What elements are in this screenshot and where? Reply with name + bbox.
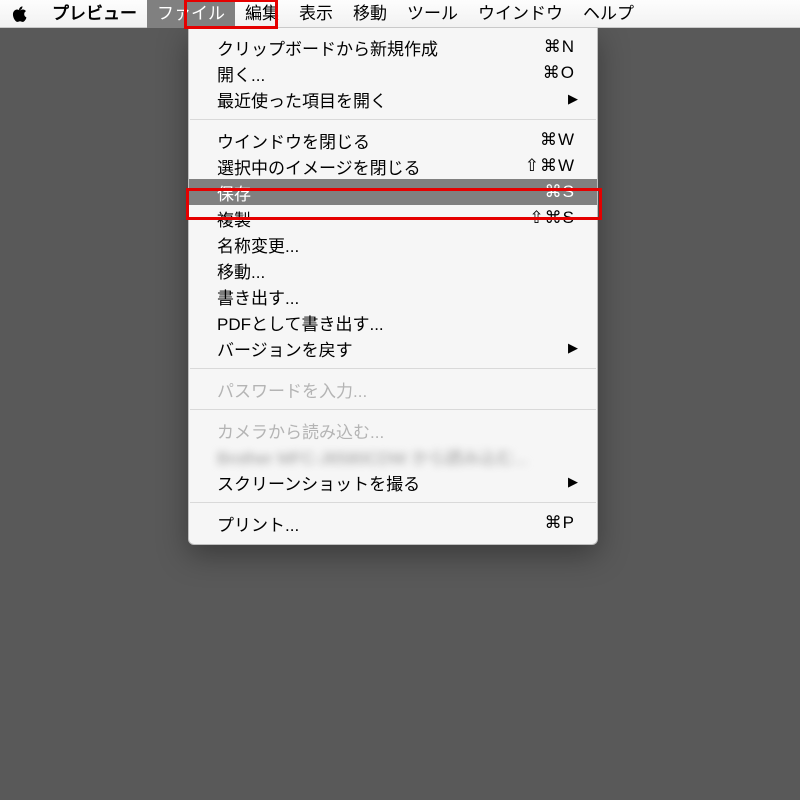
submenu-arrow-icon: ▶	[568, 340, 579, 356]
menu-item-label: 保存	[217, 180, 545, 205]
menubar-item-window[interactable]: ウインドウ	[468, 0, 573, 28]
menubar-item-view[interactable]: 表示	[289, 0, 343, 28]
menubar-item-help[interactable]: ヘルプ	[573, 0, 644, 28]
menu-item: カメラから読み込む...	[189, 417, 597, 443]
menu-item-label: 移動...	[217, 258, 575, 283]
menu-item[interactable]: 保存⌘S	[189, 179, 597, 205]
menu-item[interactable]: プリント...⌘P	[189, 510, 597, 536]
file-menu-dropdown: クリップボードから新規作成⌘N開く...⌘O最近使った項目を開く▶ウインドウを閉…	[188, 28, 598, 545]
menubar-item-edit[interactable]: 編集	[235, 0, 289, 28]
menu-item[interactable]: 選択中のイメージを閉じる⇧⌘W	[189, 153, 597, 179]
menu-item-label: 選択中のイメージを閉じる	[217, 154, 525, 179]
menu-item-shortcut: ⌘N	[544, 37, 575, 57]
menu-item: パスワードを入力...	[189, 376, 597, 402]
menu-separator	[190, 409, 596, 410]
menubar-item-file[interactable]: ファイル	[147, 0, 235, 28]
submenu-arrow-icon: ▶	[568, 91, 579, 107]
menubar: プレビュー ファイル 編集 表示 移動 ツール ウインドウ ヘルプ	[0, 0, 800, 28]
menu-item-label: クリップボードから新規作成	[217, 35, 544, 60]
menu-item[interactable]: 最近使った項目を開く▶	[189, 86, 597, 112]
menu-item-shortcut: ⇧⌘S	[529, 208, 575, 228]
menu-item[interactable]: PDFとして書き出す...	[189, 309, 597, 335]
menu-item-label: 開く...	[217, 61, 543, 86]
menu-item-label: PDFとして書き出す...	[217, 310, 575, 335]
menu-item[interactable]: 開く...⌘O	[189, 60, 597, 86]
menu-item-label: 最近使った項目を開く	[217, 87, 568, 112]
menu-item-shortcut: ⌘W	[540, 130, 575, 150]
menu-item-label: Brother MFC-J6580CDW から読み込む...	[217, 444, 575, 469]
menu-item-label: カメラから読み込む...	[217, 418, 575, 443]
menu-item-label: パスワードを入力...	[217, 377, 575, 402]
menu-item[interactable]: 移動...	[189, 257, 597, 283]
menu-item[interactable]: 書き出す...	[189, 283, 597, 309]
menu-item[interactable]: 名称変更...	[189, 231, 597, 257]
menu-item[interactable]: Brother MFC-J6580CDW から読み込む...	[189, 443, 597, 469]
menu-item[interactable]: スクリーンショットを撮る▶	[189, 469, 597, 495]
menu-item-shortcut: ⌘S	[545, 182, 575, 202]
menu-item-label: ウインドウを閉じる	[217, 128, 540, 153]
menu-item-label: スクリーンショットを撮る	[217, 470, 568, 495]
menu-item-shortcut: ⌘O	[543, 63, 575, 83]
submenu-arrow-icon: ▶	[568, 474, 579, 490]
menu-item-label: 複製	[217, 206, 529, 231]
apple-logo[interactable]	[10, 5, 30, 23]
menu-separator	[190, 368, 596, 369]
menu-item[interactable]: クリップボードから新規作成⌘N	[189, 34, 597, 60]
menu-item-label: プリント...	[217, 511, 545, 536]
menu-item-shortcut: ⇧⌘W	[525, 156, 575, 176]
menubar-item-tools[interactable]: ツール	[397, 0, 468, 28]
menu-item-label: 書き出す...	[217, 284, 575, 309]
menu-item-shortcut: ⌘P	[545, 513, 575, 533]
menu-item-label: 名称変更...	[217, 232, 575, 257]
menu-item-label: バージョンを戻す	[217, 336, 568, 361]
menu-item[interactable]: ウインドウを閉じる⌘W	[189, 127, 597, 153]
menubar-app-name[interactable]: プレビュー	[42, 0, 147, 28]
menu-item[interactable]: 複製⇧⌘S	[189, 205, 597, 231]
menubar-item-go[interactable]: 移動	[343, 0, 397, 28]
menu-separator	[190, 502, 596, 503]
menu-separator	[190, 119, 596, 120]
menu-item[interactable]: バージョンを戻す▶	[189, 335, 597, 361]
